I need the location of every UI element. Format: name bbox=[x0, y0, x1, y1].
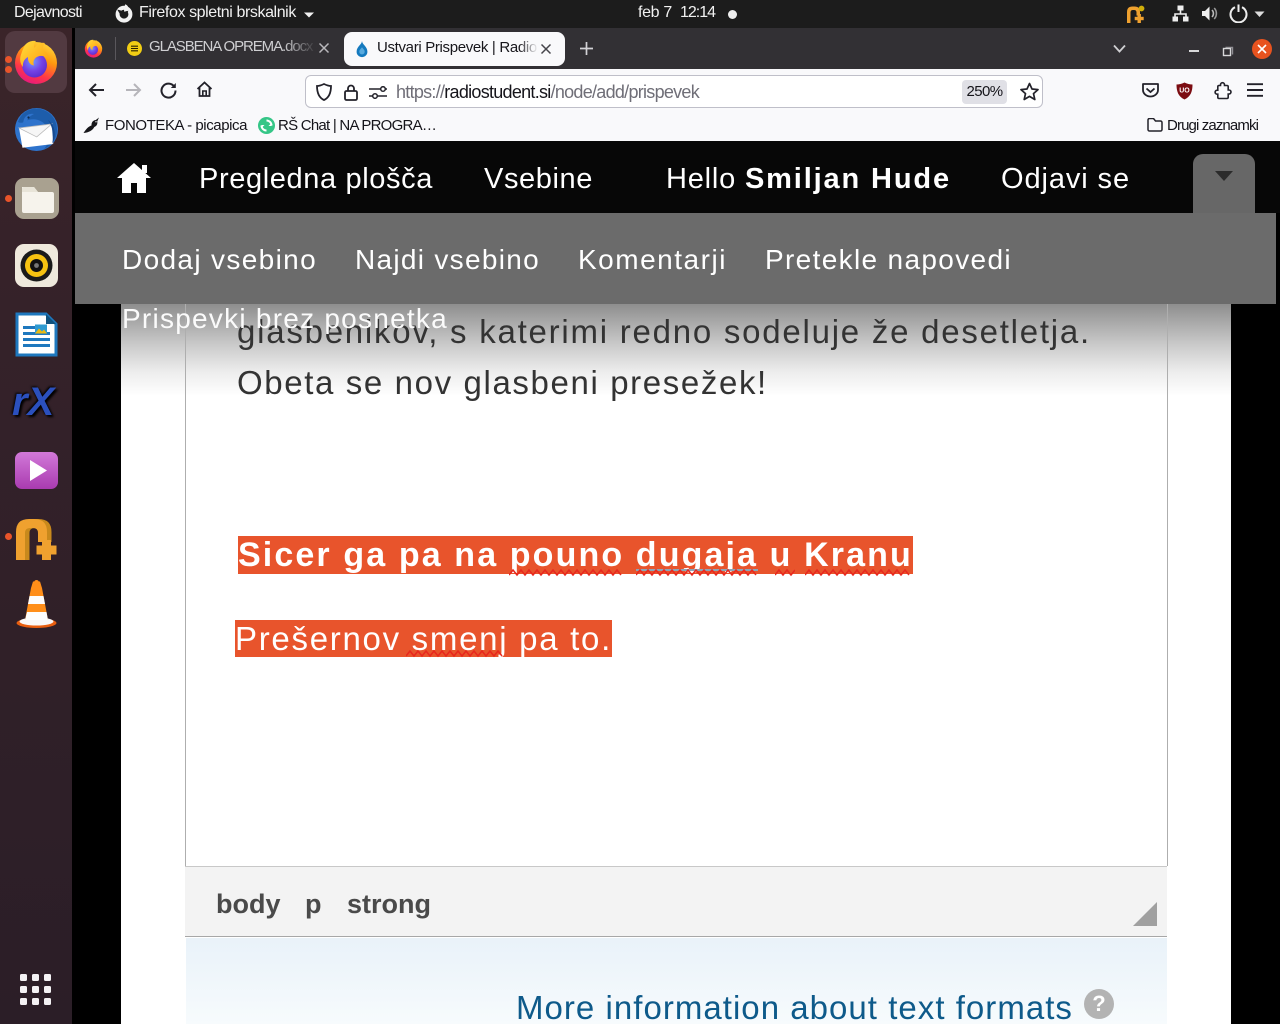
svg-text:UO: UO bbox=[1179, 88, 1190, 95]
